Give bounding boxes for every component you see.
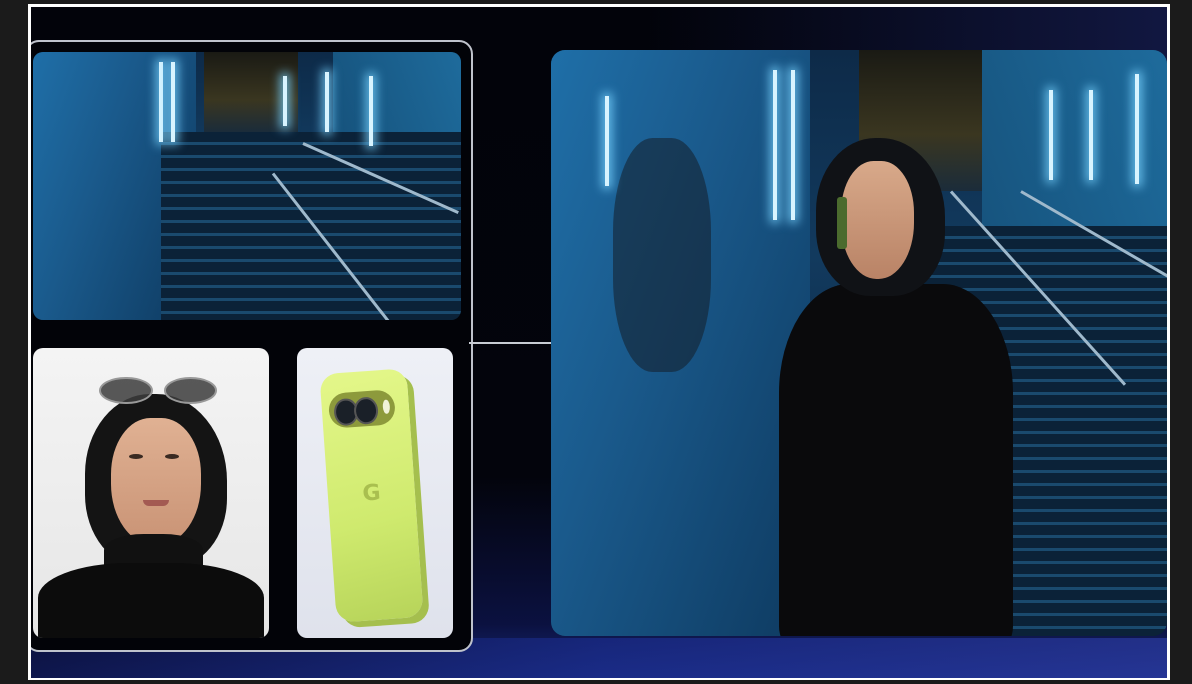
black-sweater: [37, 562, 265, 638]
camera-bar: [327, 389, 397, 429]
neon-light: [1135, 74, 1139, 184]
neon-light: [773, 70, 777, 220]
google-logo: G: [361, 480, 382, 507]
sunglasses-lens: [99, 377, 153, 405]
sunglasses-lens: [163, 377, 218, 405]
phone-in-hand: [837, 196, 848, 250]
scene-reference-image: [33, 52, 461, 320]
portrait-reference-image: [33, 348, 269, 638]
camera-lens: [353, 396, 380, 426]
neon-light: [605, 96, 609, 186]
neon-light: [283, 76, 287, 126]
neon-light: [369, 76, 373, 146]
camera-flash: [383, 400, 391, 415]
staircase: [161, 132, 461, 320]
neon-light: [1089, 90, 1093, 180]
face: [110, 417, 201, 546]
neon-light: [791, 70, 795, 220]
neon-light: [159, 62, 163, 142]
generated-composite-photo: [551, 50, 1167, 636]
input-composite-panel: G: [31, 40, 473, 652]
lime-smartphone: G: [319, 368, 425, 624]
wall-reflection: [612, 137, 712, 373]
connector-line: [469, 342, 551, 344]
neon-light: [1049, 90, 1053, 180]
mouth: [142, 499, 169, 506]
neon-light: [325, 72, 329, 132]
person-body: [778, 284, 1013, 636]
person-face: [840, 161, 915, 279]
sunglasses: [99, 377, 218, 405]
phone-reference-image: G: [297, 348, 453, 638]
visual-canvas: G: [31, 7, 1167, 678]
neon-light: [171, 62, 175, 142]
eye: [128, 453, 143, 459]
eye: [164, 453, 179, 459]
